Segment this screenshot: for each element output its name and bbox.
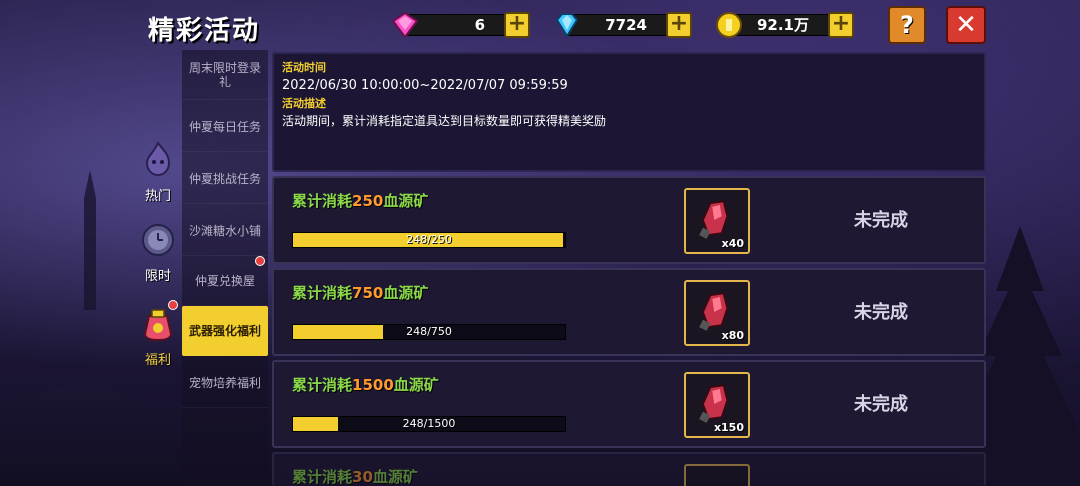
background-castle [84,170,96,310]
reward-slot[interactable]: x80 [684,280,750,346]
reward-quantity: x150 [713,421,744,434]
progress-bar: 248/1500 [292,416,566,432]
task-title: 累计消耗1500血源矿 [292,376,439,394]
resource-pink-gem: 6 + [390,11,530,39]
resource-gold-coin: 92.1万 + [714,12,854,38]
submenu-item-beach-shop[interactable]: 沙滩糖水小铺 [182,206,268,256]
task-status: 未完成 [854,394,908,415]
clock-icon [142,224,174,256]
submenu-item-daily-tasks[interactable]: 仲夏每日任务 [182,102,268,152]
task-title: 累计消耗250血源矿 [292,192,429,210]
activity-time-label: 活动时间 [282,61,326,74]
flame-icon [145,141,171,177]
activity-info-panel: 活动时间 2022/06/30 10:00:00~2022/07/07 09:5… [272,52,986,172]
resource-blue-diamond: 7724 + [552,12,692,38]
submenu-item-pet-welfare[interactable]: 宠物培养福利 [182,358,268,408]
progress-text: 248/250 [406,233,452,246]
submenu-item-weapon-welfare[interactable]: 武器强化福利 [182,306,268,356]
pink-gem-count: 6 [404,14,516,36]
pink-gem-icon [391,11,419,39]
reward-quantity: x80 [721,329,744,342]
category-hot-label: 热门 [144,189,171,204]
page-title: 精彩活动 [148,16,261,46]
help-button[interactable]: ? [888,6,926,44]
activity-desc-label: 活动描述 [282,97,326,110]
submenu-item-weekend-login[interactable]: 周末限时登录礼 [182,50,268,100]
category-hot[interactable]: 热门 [138,140,178,204]
add-blue-diamond-button[interactable]: + [666,12,692,38]
activity-desc-value: 活动期间，累计消耗指定道具达到目标数量即可获得精美奖励 [282,114,607,128]
task-row: 累计消耗1500血源矿 248/1500 x150 未完成 [272,360,986,448]
reward-slot[interactable]: x40 [684,188,750,254]
task-status: 未完成 [854,210,908,231]
reward-quantity: x40 [721,237,744,250]
progress-text: 248/750 [406,325,452,338]
gold-coin-count: 92.1万 [728,14,840,36]
submenu-item-challenge-tasks[interactable]: 仲夏挑战任务 [182,154,268,204]
activity-time-value: 2022/06/30 10:00:00~2022/07/07 09:59:59 [282,78,568,93]
task-title: 累计消耗750血源矿 [292,284,429,302]
notification-dot [168,300,178,310]
blue-diamond-count: 7724 [566,14,678,36]
task-row: 累计消耗750血源矿 248/750 x80 未完成 [272,268,986,356]
task-row: 累计消耗250血源矿 248/250 x40 未完成 [272,176,986,264]
category-welfare[interactable]: 福利 [138,304,178,368]
task-title: 累计消耗30血源矿 [292,468,418,486]
notification-dot [255,256,265,266]
gold-coin-icon [716,12,742,38]
category-welfare-label: 福利 [144,353,171,368]
progress-bar: 248/250 [292,232,566,248]
category-limited[interactable]: 限时 [138,220,178,284]
task-status: 未完成 [854,302,908,323]
add-gold-coin-button[interactable]: + [828,12,854,38]
category-limited-label: 限时 [144,269,171,284]
add-pink-gem-button[interactable]: + [504,12,530,38]
task-row: 累计消耗30血源矿 [272,452,986,486]
progress-bar: 248/750 [292,324,566,340]
blue-diamond-icon [555,13,579,38]
reward-slot[interactable] [684,464,750,486]
close-button[interactable]: ✕ [946,6,986,44]
reward-slot[interactable]: x150 [684,372,750,438]
progress-text: 248/1500 [402,417,456,430]
submenu: 周末限时登录礼 仲夏每日任务 仲夏挑战任务 沙滩糖水小铺 仲夏兑换屋 武器强化福… [182,50,268,486]
